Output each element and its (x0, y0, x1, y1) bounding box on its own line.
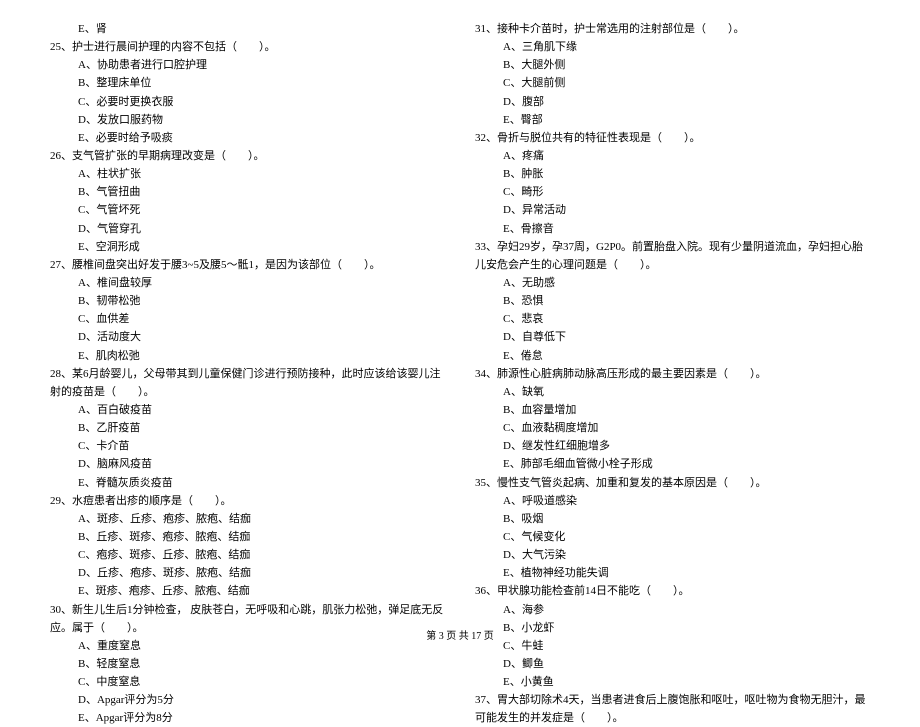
q34-opt: E、肺部毛细血管微小栓子形成 (475, 455, 870, 473)
q27-opt: A、椎间盘较厚 (50, 274, 445, 292)
q32-opt: C、畸形 (475, 183, 870, 201)
q25: 25、护士进行晨间护理的内容不包括（ ）。 (50, 38, 445, 56)
left-column: E、肾 25、护士进行晨间护理的内容不包括（ ）。 A、协助患者进行口腔护理 B… (50, 20, 445, 590)
q27-opt: E、肌肉松弛 (50, 347, 445, 365)
q33-opt: C、悲哀 (475, 310, 870, 328)
q28-opt: E、脊髓灰质炎疫苗 (50, 474, 445, 492)
q31: 31、接种卡介苗时，护士常选用的注射部位是（ ）。 (475, 20, 870, 38)
page-container: E、肾 25、护士进行晨间护理的内容不包括（ ）。 A、协助患者进行口腔护理 B… (0, 0, 920, 620)
right-column: 31、接种卡介苗时，护士常选用的注射部位是（ ）。 A、三角肌下缘 B、大腿外侧… (475, 20, 870, 590)
q34-opt: B、血容量增加 (475, 401, 870, 419)
q26-opt: C、气管坏死 (50, 201, 445, 219)
q28: 28、某6月龄婴儿，父母带其到儿童保健门诊进行预防接种，此时应该给该婴儿注射的疫… (50, 365, 445, 401)
q35-opt: D、大气污染 (475, 546, 870, 564)
q34-opt: D、继发性红细胞增多 (475, 437, 870, 455)
q29-opt: B、丘疹、斑疹、疱疹、脓疱、结痂 (50, 528, 445, 546)
q27-opt: D、活动度大 (50, 328, 445, 346)
q36-opt: A、海参 (475, 601, 870, 619)
q24-opt-e: E、肾 (50, 20, 445, 38)
q25-opt: D、发放口服药物 (50, 111, 445, 129)
q33-opt: D、自尊低下 (475, 328, 870, 346)
q35: 35、慢性支气管炎起病、加重和复发的基本原因是（ ）。 (475, 474, 870, 492)
q32: 32、骨折与脱位共有的特征性表现是（ ）。 (475, 129, 870, 147)
q27-opt: B、韧带松弛 (50, 292, 445, 310)
q32-opt: E、骨擦音 (475, 220, 870, 238)
q35-opt: C、气候变化 (475, 528, 870, 546)
q26-opt: E、空洞形成 (50, 238, 445, 256)
q36-opt: E、小黄鱼 (475, 673, 870, 691)
q31-opt: A、三角肌下缘 (475, 38, 870, 56)
q28-opt: A、百白破疫苗 (50, 401, 445, 419)
q26-opt: A、柱状扩张 (50, 165, 445, 183)
q32-opt: B、肿胀 (475, 165, 870, 183)
q26: 26、支气管扩张的早期病理改变是（ ）。 (50, 147, 445, 165)
q33-opt: B、恐惧 (475, 292, 870, 310)
q34-opt: A、缺氧 (475, 383, 870, 401)
q31-opt: B、大腿外侧 (475, 56, 870, 74)
q27: 27、腰椎间盘突出好发于腰3~5及腰5～骶1，是因为该部位（ ）。 (50, 256, 445, 274)
q37: 37、胃大部切除术4天，当患者进食后上腹饱胀和呕吐，呕吐物为食物无胆汁，最可能发… (475, 691, 870, 727)
q29-opt: D、丘疹、疱疹、斑疹、脓疱、结痂 (50, 564, 445, 582)
q28-opt: C、卡介苗 (50, 437, 445, 455)
q35-opt: E、植物神经功能失调 (475, 564, 870, 582)
q30-opt: E、Apgar评分为8分 (50, 709, 445, 727)
q31-opt: C、大腿前侧 (475, 74, 870, 92)
q27-opt: C、血供差 (50, 310, 445, 328)
q30-opt: C、中度窒息 (50, 673, 445, 691)
q28-opt: D、脑麻风疫苗 (50, 455, 445, 473)
q32-opt: A、疼痛 (475, 147, 870, 165)
q34-opt: C、血液黏稠度增加 (475, 419, 870, 437)
q29-opt: E、斑疹、疱疹、丘疹、脓疱、结痂 (50, 582, 445, 600)
q31-opt: D、腹部 (475, 93, 870, 111)
q31-opt: E、臀部 (475, 111, 870, 129)
q29-opt: C、疱疹、斑疹、丘疹、脓疱、结痂 (50, 546, 445, 564)
q35-opt: A、呼吸道感染 (475, 492, 870, 510)
q33-opt: E、倦怠 (475, 347, 870, 365)
q35-opt: B、吸烟 (475, 510, 870, 528)
q25-opt: A、协助患者进行口腔护理 (50, 56, 445, 74)
q26-opt: B、气管扭曲 (50, 183, 445, 201)
q36: 36、甲状腺功能检查前14日不能吃（ ）。 (475, 582, 870, 600)
q26-opt: D、气管穿孔 (50, 220, 445, 238)
q32-opt: D、异常活动 (475, 201, 870, 219)
q36-opt: D、鲫鱼 (475, 655, 870, 673)
q33: 33、孕妇29岁，孕37周，G2P0。前置胎盘入院。现有少量阴道流血，孕妇担心胎… (475, 238, 870, 274)
q28-opt: B、乙肝疫苗 (50, 419, 445, 437)
page-footer: 第 3 页 共 17 页 (0, 627, 920, 642)
q25-opt: B、整理床单位 (50, 74, 445, 92)
q30-opt: B、轻度窒息 (50, 655, 445, 673)
q29: 29、水痘患者出疹的顺序是（ ）。 (50, 492, 445, 510)
q29-opt: A、斑疹、丘疹、疱疹、脓疱、结痂 (50, 510, 445, 528)
q25-opt: E、必要时给予吸痰 (50, 129, 445, 147)
q33-opt: A、无助感 (475, 274, 870, 292)
q30-opt: D、Apgar评分为5分 (50, 691, 445, 709)
q25-opt: C、必要时更换衣服 (50, 93, 445, 111)
q34: 34、肺源性心脏病肺动脉高压形成的最主要因素是（ ）。 (475, 365, 870, 383)
